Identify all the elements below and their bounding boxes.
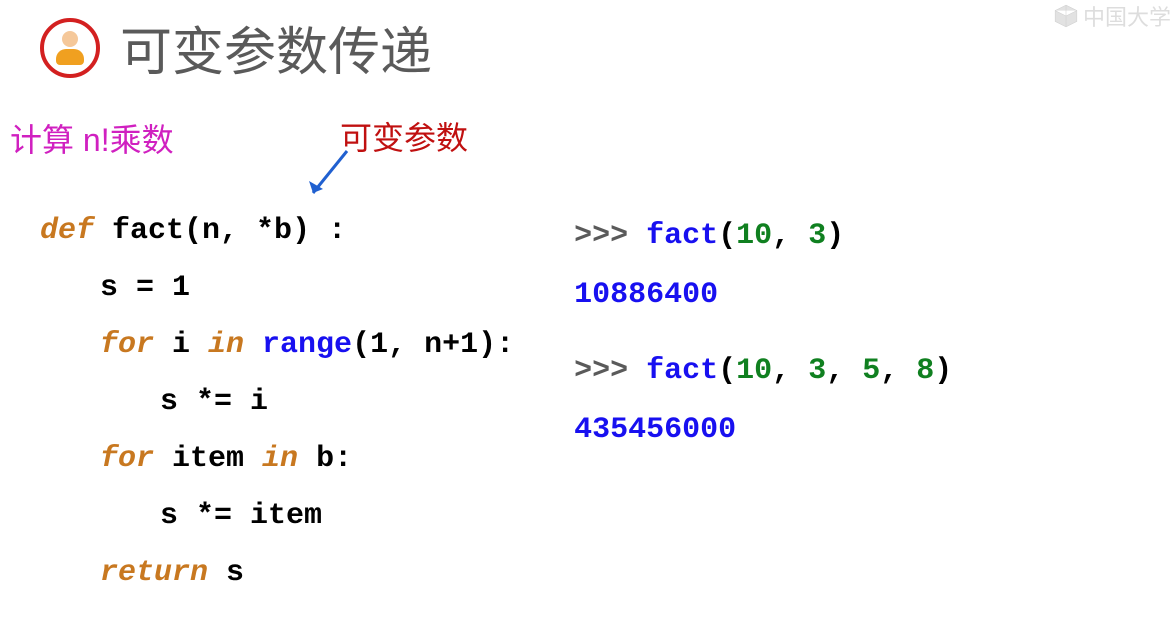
watermark-text: 中国大学 [1083,0,1171,32]
keyword-return: return [100,556,208,590]
code-line: s *= i [40,374,514,431]
cube-icon [1053,3,1079,29]
function-call: fact [646,219,718,253]
code-line: s = 1 [40,260,514,317]
keyword-for: for [100,442,154,476]
slide-header: 可变参数传递 [0,0,1171,85]
arrow-icon [305,145,355,205]
repl-prompt: >>> [574,219,646,253]
repl-result: 10886400 [574,266,952,325]
keyword-in: in [262,442,298,476]
content-area: def fact(n, *b) : s = 1 for i in range(1… [0,203,1171,602]
keyword-def: def [40,214,94,248]
function-name: fact [112,214,184,248]
code-line: s *= item [40,488,514,545]
code-line: for item in b: [40,431,514,488]
code-definition: def fact(n, *b) : s = 1 for i in range(1… [40,203,514,602]
repl-result: 435456000 [574,401,952,460]
signature: (n, *b) : [184,214,346,248]
code-line: return s [40,545,514,602]
repl-line: >>> fact(10, 3) [574,207,952,266]
builtin-range: range [244,328,352,362]
subtitle: 计算 n!乘数 [10,115,174,161]
slide-title: 可变参数传递 [120,10,432,85]
subtitle-row: 计算 n!乘数 可变参数 [0,115,1171,175]
code-line: for i in range(1, n+1): [40,317,514,374]
code-line: def fact(n, *b) : [40,203,514,260]
keyword-for: for [100,328,154,362]
keyword-in: in [208,328,244,362]
person-icon [40,18,100,78]
repl-prompt: >>> [574,354,646,388]
watermark: 中国大学 [1053,0,1171,32]
repl-output: >>> fact(10, 3) 10886400 >>> fact(10, 3,… [574,207,952,602]
function-call: fact [646,354,718,388]
repl-line: >>> fact(10, 3, 5, 8) [574,342,952,401]
annotation-label: 可变参数 [340,113,468,159]
